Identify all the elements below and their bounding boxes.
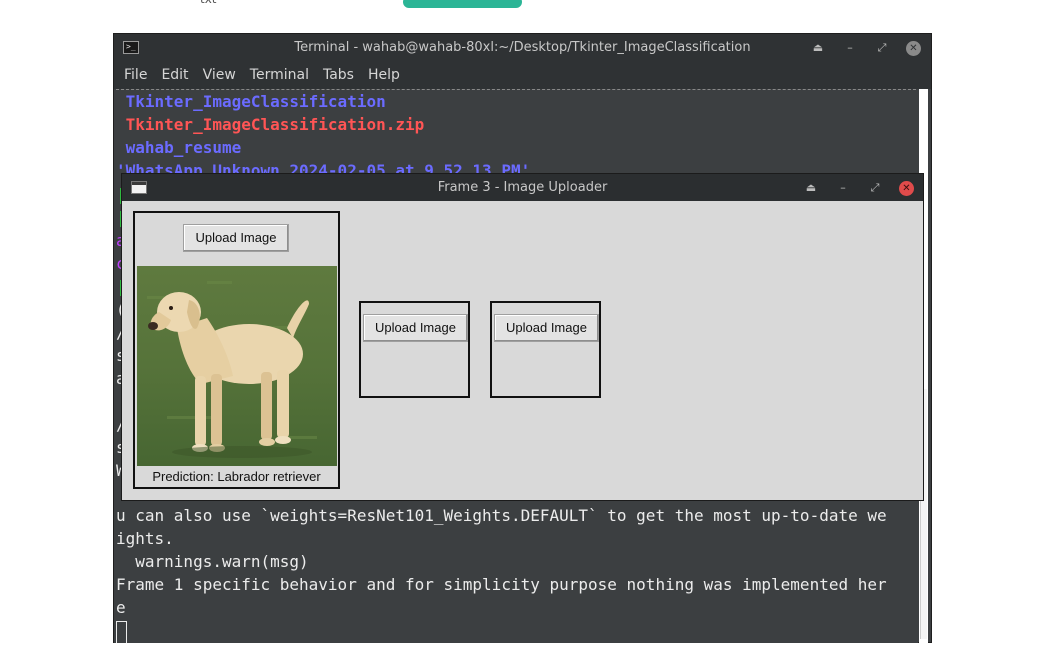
upload-frame-1: Upload Image Prediction: Labrador retrie…: [133, 211, 340, 489]
menu-tabs[interactable]: Tabs: [316, 62, 361, 89]
menu-terminal[interactable]: Terminal: [243, 62, 316, 89]
terminal-line-6: ights.: [116, 529, 174, 548]
eject-icon[interactable]: ⏏: [803, 180, 819, 196]
terminal-divider: [116, 89, 916, 90]
terminal-line-8: Frame 1 specific behavior and for simpli…: [116, 575, 887, 594]
maximize-icon[interactable]: ⤢: [874, 40, 890, 56]
terminal-cursor: [116, 621, 127, 643]
terminal-menubar: File Edit View Terminal Tabs Help: [114, 62, 931, 89]
terminal-line-1: Tkinter_ImageClassification: [116, 92, 386, 111]
terminal-line-7: warnings.warn(msg): [116, 552, 309, 571]
upload-frame-3: Upload Image: [490, 301, 601, 398]
minimize-icon[interactable]: –: [842, 40, 858, 56]
terminal-line-5: u can also use `weights=ResNet101_Weight…: [116, 506, 887, 525]
menu-file[interactable]: File: [117, 62, 154, 89]
close-icon[interactable]: ✕: [899, 180, 914, 196]
image-uploader-titlebar[interactable]: Frame 3 - Image Uploader ⏏ – ⤢ ✕: [122, 174, 923, 201]
terminal-line-2: Tkinter_ImageClassification.zip: [116, 115, 425, 134]
terminal-line-9: e: [116, 598, 126, 617]
terminal-line-3: wahab_resume: [116, 138, 242, 157]
upload-frame-2: Upload Image: [359, 301, 470, 398]
image-uploader-window-controls: ⏏ – ⤢ ✕: [803, 180, 914, 196]
menu-edit[interactable]: Edit: [154, 62, 195, 89]
terminal-titlebar[interactable]: >_ Terminal - wahab@wahab-80xl:~/Desktop…: [114, 34, 931, 62]
close-icon[interactable]: ✕: [906, 40, 921, 56]
image-uploader-window: Frame 3 - Image Uploader ⏏ – ⤢ ✕ Upload …: [121, 173, 924, 501]
background-partial-text: txt: [200, 0, 217, 6]
terminal-title: Terminal - wahab@wahab-80xl:~/Desktop/Tk…: [294, 40, 751, 55]
eject-icon[interactable]: ⏏: [810, 40, 826, 56]
prediction-label: Prediction: Labrador retriever: [152, 469, 321, 484]
maximize-icon[interactable]: ⤢: [867, 180, 883, 196]
upload-image-button-1[interactable]: Upload Image: [183, 224, 289, 252]
menu-help[interactable]: Help: [361, 62, 407, 89]
upload-image-button-2[interactable]: Upload Image: [363, 314, 468, 342]
terminal-window-controls: ⏏ – ⤢ ✕: [810, 40, 921, 56]
menu-view[interactable]: View: [196, 62, 243, 89]
background-partial-button: [403, 0, 522, 8]
uploaded-dog-image: [137, 266, 337, 466]
upload-image-button-3[interactable]: Upload Image: [494, 314, 599, 342]
labrador-photo: [137, 266, 337, 466]
desktop: txt >_ Terminal - wahab@wahab-80xl:~/Des…: [0, 0, 1055, 668]
minimize-icon[interactable]: –: [835, 180, 851, 196]
